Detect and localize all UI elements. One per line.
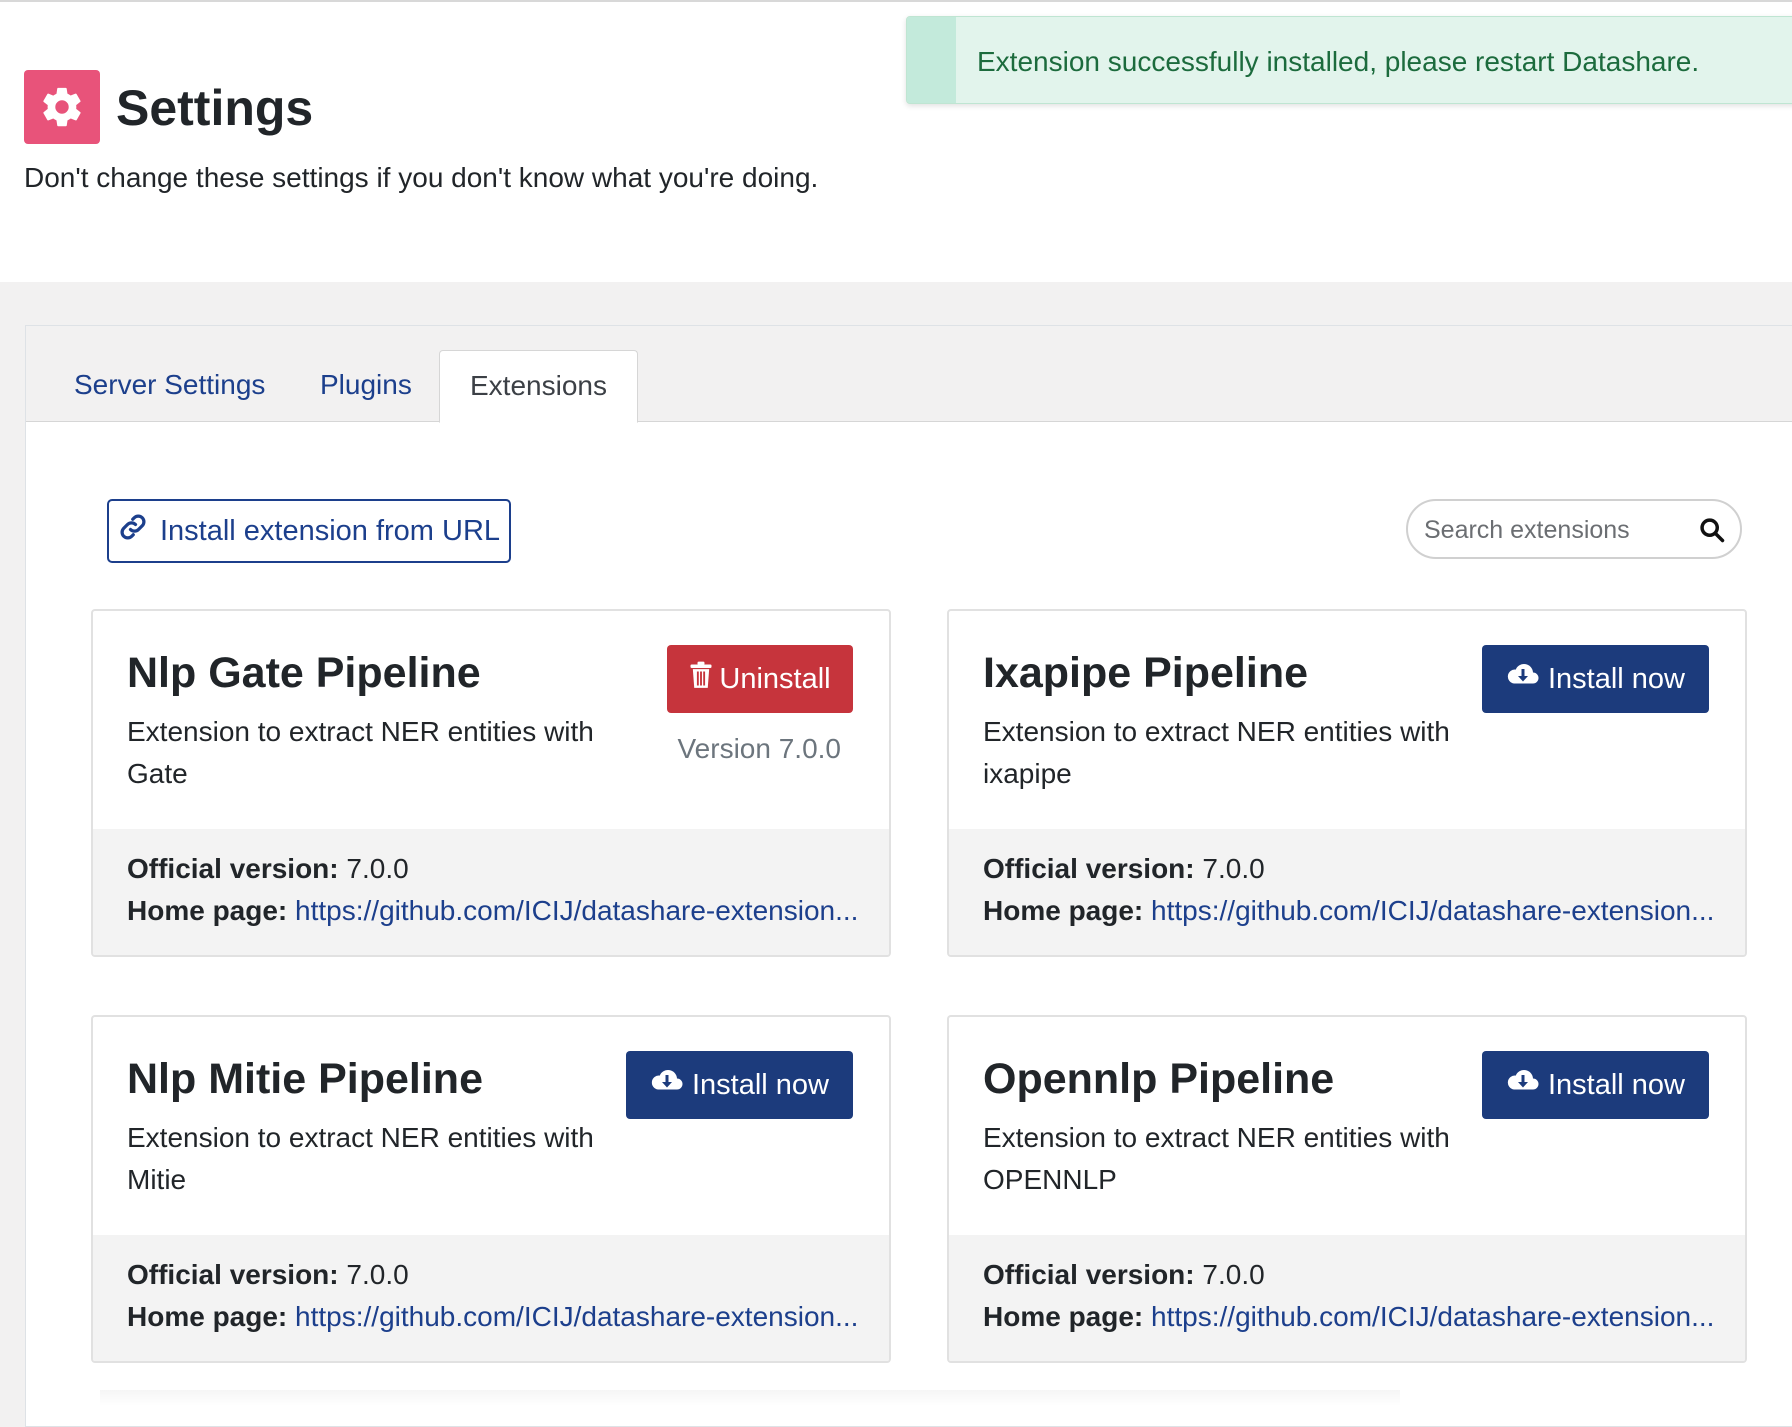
home-page-link[interactable]: https://github.com/ICIJ/datashare-extens… (295, 895, 858, 926)
extension-name: Nlp Mitie Pipeline (127, 1055, 483, 1103)
cloud-download-icon (1506, 661, 1540, 697)
toast-accent-bar (907, 17, 956, 103)
cloud-download-icon (1506, 1067, 1540, 1103)
extension-description: Extension to extract NER entities with O… (983, 1122, 1450, 1195)
search-input[interactable] (1422, 509, 1696, 551)
page-subtitle: Don't change these settings if you don't… (24, 162, 819, 193)
install-now-label: Install now (1547, 662, 1685, 695)
home-page-line: Home page: https://github.com/ICIJ/datas… (127, 1301, 858, 1333)
official-version-line: Official version: 7.0.0 (983, 853, 1265, 885)
tab-plugins[interactable]: Plugins (290, 350, 442, 420)
official-version-label: Official version: (983, 1259, 1195, 1290)
official-version-line: Official version: 7.0.0 (127, 1259, 409, 1291)
tab-server-settings[interactable]: Server Settings (44, 350, 295, 420)
bottom-shadow (100, 1390, 1400, 1406)
card-footer: Official version: 7.0.0 Home page: https… (949, 1235, 1745, 1361)
toast-message: Extension successfully installed, please… (977, 46, 1700, 77)
extension-card-ixapipe: Ixapipe Pipeline Extension to extract NE… (947, 609, 1747, 957)
official-version-label: Official version: (983, 853, 1195, 884)
trash-icon (689, 661, 713, 697)
official-version-value: 7.0.0 (1202, 853, 1265, 884)
tab-extensions[interactable]: Extensions (439, 350, 638, 423)
extension-card-nlp-mitie: Nlp Mitie Pipeline Extension to extract … (91, 1015, 891, 1363)
extension-name: Opennlp Pipeline (983, 1055, 1335, 1103)
extension-name: Ixapipe Pipeline (983, 649, 1308, 697)
page-title: Settings (116, 80, 314, 136)
home-page-link[interactable]: https://github.com/ICIJ/datashare-extens… (1151, 1301, 1714, 1332)
official-version-value: 7.0.0 (346, 1259, 409, 1290)
home-page-label: Home page: (127, 895, 288, 926)
card-footer: Official version: 7.0.0 Home page: https… (949, 829, 1745, 955)
extension-card-nlp-gate: Nlp Gate Pipeline Extension to extract N… (91, 609, 891, 957)
card-footer: Official version: 7.0.0 Home page: https… (93, 1235, 889, 1361)
home-page-label: Home page: (127, 1301, 288, 1332)
search-extensions (1406, 499, 1742, 559)
official-version-line: Official version: 7.0.0 (127, 853, 409, 885)
home-page-link[interactable]: https://github.com/ICIJ/datashare-extens… (295, 1301, 858, 1332)
gear-icon (24, 70, 100, 144)
install-now-button[interactable]: Install now (625, 1051, 853, 1119)
extension-name: Nlp Gate Pipeline (127, 649, 481, 697)
official-version-label: Official version: (127, 1259, 339, 1290)
install-now-button[interactable]: Install now (1481, 645, 1709, 713)
search-icon[interactable] (1698, 516, 1726, 544)
install-now-label: Install now (1547, 1068, 1685, 1101)
home-page-link[interactable]: https://github.com/ICIJ/datashare-extens… (1151, 895, 1714, 926)
install-from-url-button[interactable]: Install extension from URL (107, 499, 511, 563)
cloud-download-icon (650, 1067, 684, 1103)
tab-bar: Server Settings Plugins Extensions (26, 326, 1792, 423)
link-icon (118, 512, 148, 550)
extension-description: Extension to extract NER entities with i… (983, 716, 1450, 789)
home-page-line: Home page: https://github.com/ICIJ/datas… (127, 895, 858, 927)
uninstall-button[interactable]: Uninstall (667, 645, 853, 713)
home-page-line: Home page: https://github.com/ICIJ/datas… (983, 1301, 1714, 1333)
home-page-label: Home page: (983, 895, 1144, 926)
extension-description: Extension to extract NER entities with M… (127, 1122, 594, 1195)
home-page-line: Home page: https://github.com/ICIJ/datas… (983, 895, 1714, 927)
extension-description: Extension to extract NER entities with G… (127, 716, 594, 789)
official-version-label: Official version: (127, 853, 339, 884)
settings-panel: Server Settings Plugins Extensions Insta… (25, 325, 1792, 1427)
extension-card-opennlp: Opennlp Pipeline Extension to extract NE… (947, 1015, 1747, 1363)
installed-version: Version 7.0.0 (677, 733, 841, 764)
install-from-url-label: Install extension from URL (159, 514, 501, 547)
card-footer: Official version: 7.0.0 Home page: https… (93, 829, 889, 955)
official-version-value: 7.0.0 (1202, 1259, 1265, 1290)
success-toast[interactable]: Extension successfully installed, please… (906, 16, 1792, 104)
install-now-label: Install now (691, 1068, 829, 1101)
home-page-label: Home page: (983, 1301, 1144, 1332)
official-version-value: 7.0.0 (346, 853, 409, 884)
official-version-line: Official version: 7.0.0 (983, 1259, 1265, 1291)
install-now-button[interactable]: Install now (1481, 1051, 1709, 1119)
uninstall-label: Uninstall (719, 662, 831, 695)
